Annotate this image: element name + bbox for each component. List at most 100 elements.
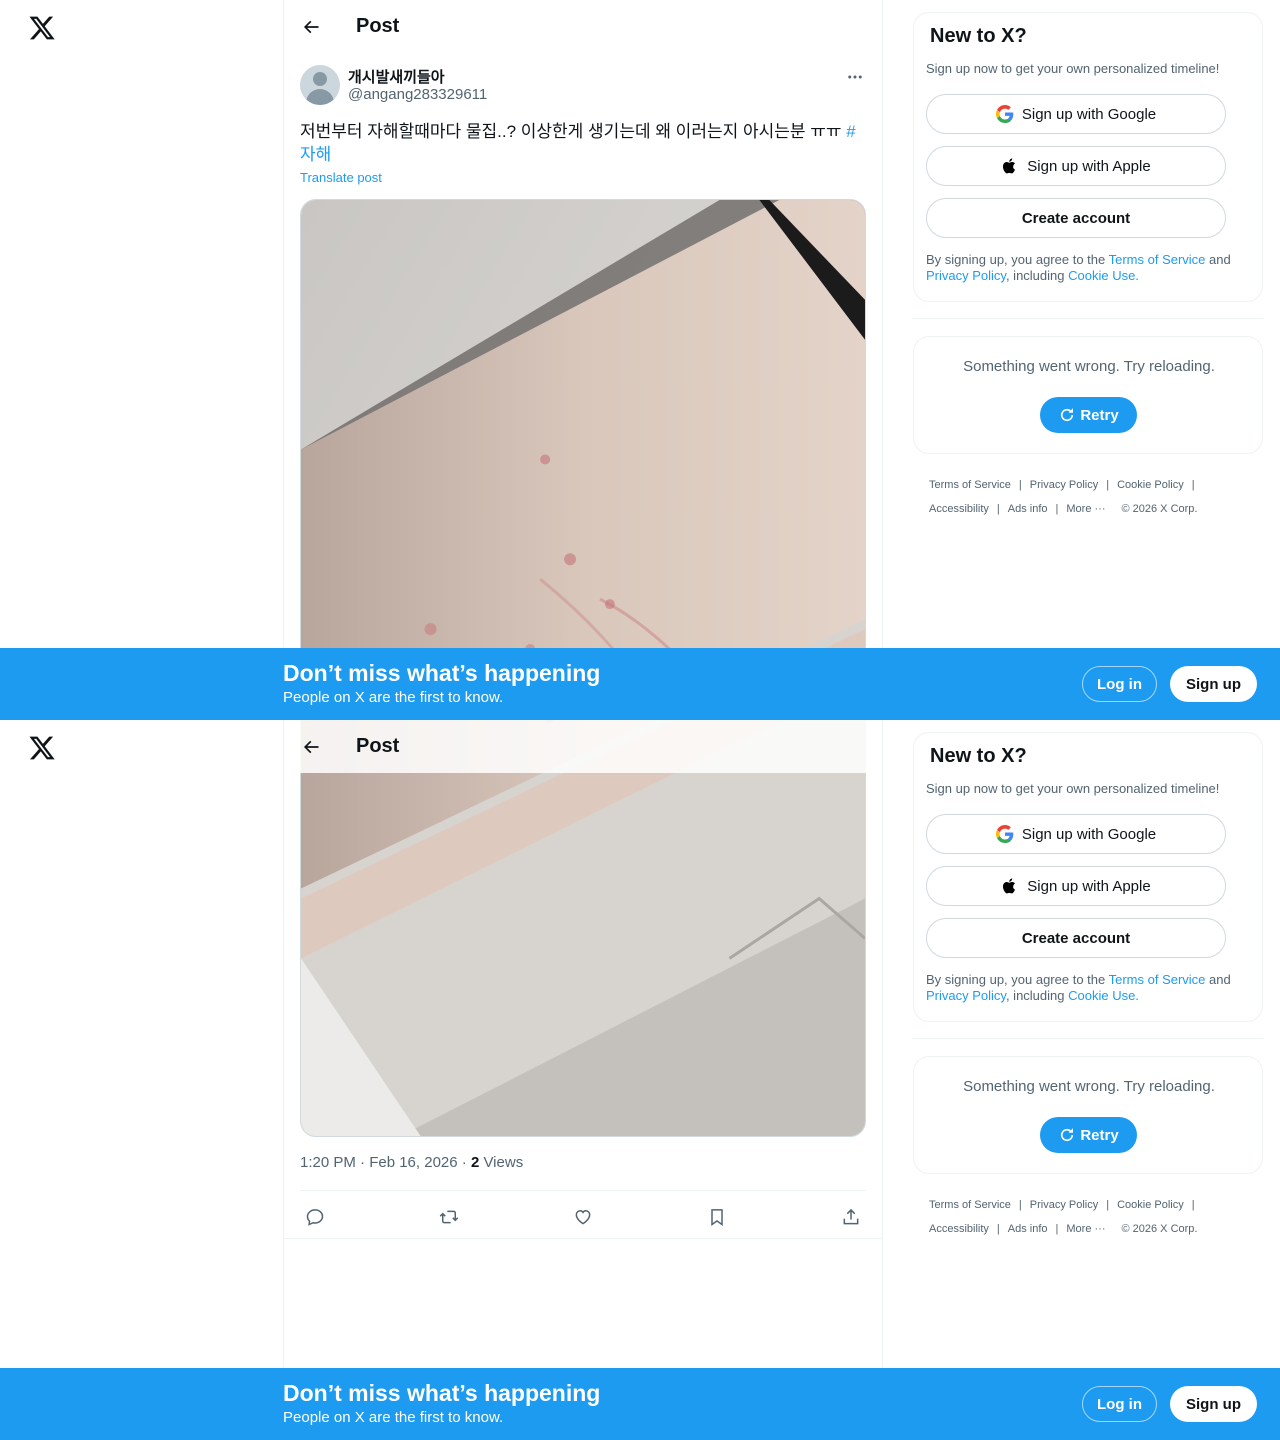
viewport-bottom: Post 1:20 PM · Feb 16, 2026 · 2 Views Ne… <box>0 720 1280 1440</box>
reply-icon <box>306 1209 324 1226</box>
back-button[interactable] <box>293 729 329 765</box>
author-handle[interactable]: @angang283329611 <box>348 86 487 103</box>
post-image[interactable] <box>300 720 866 1137</box>
back-button[interactable] <box>293 9 329 45</box>
post-timestamp: 1:20 PM · Feb 16, 2026 · 2 Views <box>300 1154 523 1171</box>
privacy-link[interactable]: Privacy Policy <box>926 988 1006 1003</box>
page-title: Post <box>356 15 400 37</box>
terms-link[interactable]: Terms of Service <box>1109 252 1206 267</box>
signup-apple-button[interactable]: Sign up with Apple <box>926 146 1226 186</box>
translate-post-link[interactable]: Translate post <box>300 170 382 185</box>
signup-legal-text: By signing up, you agree to the Terms of… <box>926 972 1256 1004</box>
reply-button[interactable] <box>300 1202 330 1232</box>
signup-google-button[interactable]: Sign up with Google <box>926 814 1226 854</box>
footer-ads-link[interactable]: Ads info <box>1008 1223 1048 1235</box>
more-options-button[interactable] <box>844 66 866 88</box>
error-card: Something went wrong. Try reloading. Ret… <box>913 336 1263 454</box>
footer-copyright: © 2026 X Corp. <box>1121 503 1198 515</box>
post-time[interactable]: 1:20 PM · Feb 16, 2026 · <box>300 1154 471 1171</box>
footer-more-link[interactable]: More ··· <box>1066 1223 1105 1235</box>
legal-prefix: By signing up, you agree to the <box>926 252 1109 267</box>
page-title: Post <box>356 735 400 757</box>
views-label: Views <box>479 1154 524 1171</box>
signup-card-subtitle: Sign up now to get your own personalized… <box>926 61 1220 76</box>
like-button[interactable] <box>568 1202 598 1232</box>
footer-links: Terms of Service | Privacy Policy | Cookie P… <box>929 1199 1198 1235</box>
sidebar-divider <box>913 318 1263 319</box>
post-header: Post <box>284 0 882 53</box>
banner-title: Don’t miss what’s happening <box>283 660 601 686</box>
retry-button[interactable]: Retry <box>1040 397 1137 433</box>
footer-privacy-link[interactable]: Privacy Policy <box>1030 479 1098 491</box>
create-account-button[interactable]: Create account <box>926 918 1226 958</box>
apple-icon <box>1003 158 1016 174</box>
post-author: 개시발새끼들아 @angang283329611 <box>300 64 866 108</box>
cookie-link[interactable]: Cookie Use. <box>1068 268 1139 283</box>
footer-copyright: © 2026 X Corp. <box>1121 1223 1198 1235</box>
cookie-link[interactable]: Cookie Use. <box>1068 988 1139 1003</box>
bookmark-icon <box>711 1209 723 1226</box>
banner-subtitle: People on X are the first to know. <box>283 689 504 706</box>
signup-google-button[interactable]: Sign up with Google <box>926 94 1226 134</box>
signup-card: New to X? Sign up now to get your own pe… <box>913 732 1263 1022</box>
footer-cookie-link[interactable]: Cookie Policy <box>1117 479 1184 491</box>
heart-icon <box>575 1209 591 1225</box>
footer-terms-link[interactable]: Terms of Service <box>929 1199 1011 1211</box>
author-display-name[interactable]: 개시발새끼들아 <box>348 66 445 87</box>
post-body: 저번부터 자해할때마다 물집..? 이상한게 생기는데 왜 이러는지 아시는분 … <box>300 122 842 141</box>
footer-accessibility-link[interactable]: Accessibility <box>929 1223 989 1235</box>
banner-signup-button[interactable]: Sign up <box>1170 1386 1257 1422</box>
primary-column: Post 1:20 PM · Feb 16, 2026 · 2 Views <box>283 720 883 1440</box>
terms-link[interactable]: Terms of Service <box>1109 972 1206 987</box>
banner-login-button[interactable]: Log in <box>1082 666 1157 702</box>
banner-signup-button[interactable]: Sign up <box>1170 666 1257 702</box>
photo-image <box>301 720 865 1136</box>
x-logo-icon[interactable] <box>28 14 56 42</box>
footer-more-link[interactable]: More ··· <box>1066 503 1105 515</box>
privacy-link[interactable]: Privacy Policy <box>926 268 1006 283</box>
repost-button[interactable] <box>434 1202 464 1232</box>
post-image[interactable] <box>300 199 866 720</box>
post-actions <box>300 1194 866 1240</box>
post-text: 저번부터 자해할때마다 물집..? 이상한게 생기는데 왜 이러는지 아시는분 … <box>300 120 866 166</box>
footer-terms-link[interactable]: Terms of Service <box>929 479 1011 491</box>
retry-label: Retry <box>1080 1126 1119 1144</box>
error-message: Something went wrong. Try reloading. <box>963 1078 1215 1095</box>
footer-ads-link[interactable]: Ads info <box>1008 503 1048 515</box>
x-logo-icon[interactable] <box>28 734 56 762</box>
footer-accessibility-link[interactable]: Accessibility <box>929 503 989 515</box>
login-banner: Don’t miss what’s happening People on X … <box>0 648 1280 720</box>
bookmark-button[interactable] <box>702 1202 732 1232</box>
signup-apple-label: Sign up with Apple <box>1027 877 1151 895</box>
legal-including: , including <box>1005 268 1069 283</box>
share-icon <box>843 1208 859 1225</box>
login-banner: Don’t miss what’s happening People on X … <box>0 1368 1280 1440</box>
legal-including: , including <box>1005 988 1069 1003</box>
primary-column: Post 개시발새끼들아 @angang283329611 저번부터 자해할때마… <box>283 0 883 720</box>
banner-title: Don’t miss what’s happening <box>283 1380 601 1406</box>
create-account-button[interactable]: Create account <box>926 198 1226 238</box>
post-header: Post <box>284 720 882 773</box>
post-bottom-border <box>284 1238 882 1239</box>
signup-card-title: New to X? <box>930 745 1027 767</box>
google-icon <box>995 825 1014 843</box>
share-button[interactable] <box>836 1202 866 1232</box>
refresh-icon <box>1061 1128 1074 1142</box>
ellipsis-icon <box>848 75 862 79</box>
signup-card-title: New to X? <box>930 25 1027 47</box>
legal-prefix: By signing up, you agree to the <box>926 972 1109 987</box>
signup-apple-button[interactable]: Sign up with Apple <box>926 866 1226 906</box>
arrow-left-icon <box>303 740 319 753</box>
retry-button[interactable]: Retry <box>1040 1117 1137 1153</box>
sidebar-divider <box>913 1038 1263 1039</box>
avatar[interactable] <box>300 65 340 105</box>
footer-cookie-link[interactable]: Cookie Policy <box>1117 1199 1184 1211</box>
signup-card: New to X? Sign up now to get your own pe… <box>913 12 1263 302</box>
apple-icon <box>1003 878 1016 894</box>
retry-label: Retry <box>1080 406 1119 424</box>
legal-and: and <box>1205 252 1231 267</box>
banner-login-button[interactable]: Log in <box>1082 1386 1157 1422</box>
footer-privacy-link[interactable]: Privacy Policy <box>1030 1199 1098 1211</box>
banner-subtitle: People on X are the first to know. <box>283 1409 504 1426</box>
arrow-left-icon <box>303 20 319 33</box>
